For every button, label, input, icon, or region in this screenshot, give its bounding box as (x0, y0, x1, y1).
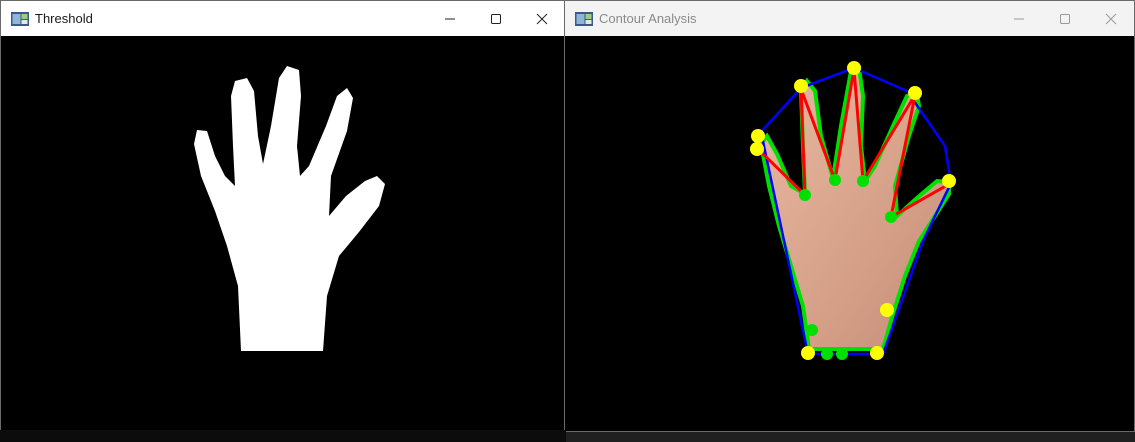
hull-point (880, 303, 894, 317)
hull-point (801, 346, 815, 360)
close-icon (1105, 13, 1117, 24)
minimize-icon (445, 18, 455, 19)
threshold-titlebar[interactable]: Threshold (1, 1, 565, 36)
hull-point (870, 346, 884, 360)
maximize-icon (491, 13, 501, 24)
app-window-icon (575, 11, 593, 26)
minimize-icon (1014, 18, 1024, 19)
defect-point (829, 174, 841, 186)
close-button[interactable] (1088, 1, 1134, 36)
defect-point (885, 211, 897, 223)
defect-point (857, 175, 869, 187)
threshold-window[interactable]: Threshold (0, 0, 566, 432)
defect-point (836, 348, 848, 360)
defect-point (799, 189, 811, 201)
defect-point (821, 348, 833, 360)
maximize-icon (1060, 13, 1070, 24)
hull-point (908, 86, 922, 100)
threshold-image-canvas (1, 36, 565, 431)
defect-point (806, 324, 818, 336)
close-icon (536, 13, 548, 24)
maximize-button[interactable] (473, 1, 519, 36)
hull-point (751, 129, 765, 143)
console-strip (0, 430, 566, 442)
contour-analysis-window[interactable]: Contour Analysis (564, 0, 1135, 432)
maximize-button[interactable] (1042, 1, 1088, 36)
hull-point (794, 79, 808, 93)
contour-titlebar[interactable]: Contour Analysis (565, 1, 1134, 36)
contour-image-canvas (565, 36, 1134, 431)
minimize-button[interactable] (427, 1, 473, 36)
hull-point (847, 61, 861, 75)
window-title: Contour Analysis (599, 11, 697, 26)
hull-point (942, 174, 956, 188)
hull-point (750, 142, 764, 156)
window-title: Threshold (35, 11, 93, 26)
minimize-button[interactable] (996, 1, 1042, 36)
close-button[interactable] (519, 1, 565, 36)
app-window-icon (11, 11, 29, 26)
